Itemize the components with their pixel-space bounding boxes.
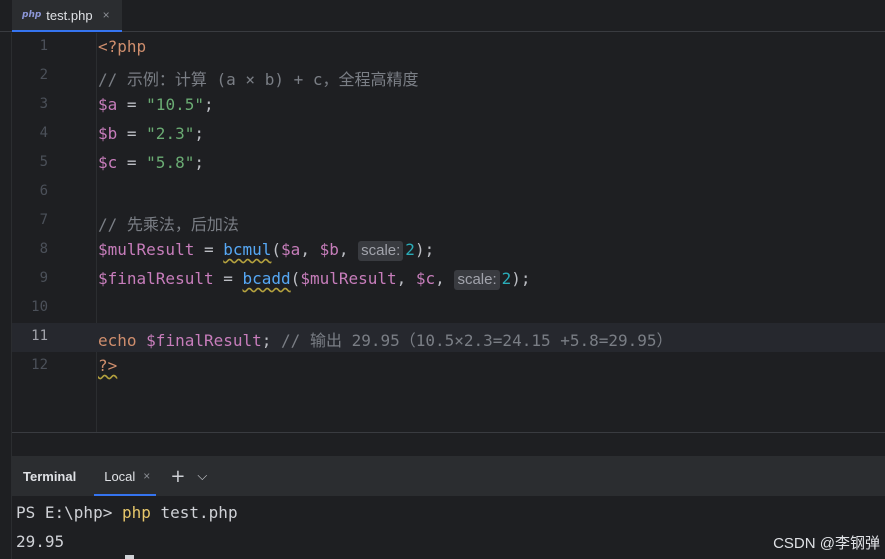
variable: $a <box>98 95 118 114</box>
php-close-tag: ?> <box>98 356 118 375</box>
line-number: 9 <box>39 270 48 286</box>
code-line[interactable]: 9 $finalResult = bcadd($mulResult, $c, s… <box>12 265 885 294</box>
panel-splitter[interactable] <box>12 432 885 456</box>
code-line[interactable]: 7 // 先乘法，后加法 <box>12 207 885 236</box>
comment: // 示例：计算 (a × b) + c，全程高精度 <box>98 70 419 89</box>
line-number: 7 <box>39 212 48 228</box>
variable: $mulResult <box>300 269 397 288</box>
punctuation: ); <box>511 269 531 288</box>
punctuation: ( <box>271 240 282 259</box>
parameter-hint: scale: <box>454 270 500 290</box>
line-number: 11 <box>31 328 48 344</box>
punctuation: ; <box>203 95 214 114</box>
terminal-title: Terminal <box>23 468 77 484</box>
line-number: 10 <box>31 299 48 315</box>
variable: $a <box>281 240 301 259</box>
variable: $c <box>98 153 118 172</box>
punctuation: , <box>338 240 359 259</box>
code-line[interactable]: 1 <?php <box>12 33 885 62</box>
string-literal: "2.3" <box>146 124 195 143</box>
variable: $c <box>415 269 436 288</box>
terminal-header: Terminal Local × + ⌵ <box>12 456 885 496</box>
code-line[interactable]: 3 $a = "10.5"; <box>12 91 885 120</box>
terminal-tab-local[interactable]: Local × <box>92 456 158 496</box>
code-line-current[interactable]: 11 echo $finalResult; // 输出 29.95（10.5×2… <box>12 323 885 352</box>
punctuation: ; <box>194 153 204 172</box>
line-number: 5 <box>39 154 48 170</box>
variable: $mulResult <box>98 240 195 259</box>
php-open-tag: <?php <box>98 37 147 56</box>
line-number: 3 <box>39 96 48 112</box>
operator: = <box>117 95 147 114</box>
punctuation: , <box>396 269 416 288</box>
comment: // 输出 29.95（10.5×2.3=24.15 +5.8=29.95） <box>271 331 673 350</box>
terminal-prompt: PS E:\php> <box>16 503 122 522</box>
terminal-output[interactable]: PS E:\php> php test.php 29.95 <box>12 496 885 559</box>
number-literal: 2 <box>501 269 512 288</box>
operator: = <box>213 269 243 288</box>
code-editor[interactable]: 1 <?php 2 // 示例：计算 (a × b) + c，全程高精度 3 $… <box>12 33 885 432</box>
code-line[interactable]: 5 $c = "5.8"; <box>12 149 885 178</box>
punctuation: ; <box>194 124 204 143</box>
chevron-down-icon[interactable]: ⌵ <box>197 469 207 484</box>
add-icon[interactable]: + <box>170 466 185 487</box>
function-call: bcmul <box>223 240 272 259</box>
comment: // 先乘法，后加法 <box>98 215 239 234</box>
terminal-cursor <box>125 555 134 559</box>
operator: = <box>117 124 147 143</box>
left-tool-strip <box>0 33 12 559</box>
tab-test-php[interactable]: php test.php × <box>12 0 122 32</box>
tab-label: test.php <box>46 7 93 23</box>
editor-tab-bar: php test.php × <box>0 0 885 32</box>
operator: = <box>194 240 224 259</box>
variable: $finalResult <box>146 331 262 350</box>
punctuation: ( <box>290 269 301 288</box>
terminal-command: php <box>121 503 151 522</box>
watermark: CSDN @李钢弹 <box>773 535 880 552</box>
terminal-command-line: PS E:\php> php test.php <box>16 503 238 522</box>
code-line[interactable]: 10 <box>12 294 885 323</box>
line-number: 4 <box>39 125 48 141</box>
punctuation: , <box>435 269 455 288</box>
code-line[interactable]: 4 $b = "2.3"; <box>12 120 885 149</box>
variable: $b <box>98 124 118 143</box>
code-line[interactable]: 6 <box>12 178 885 207</box>
terminal-args: test.php <box>150 503 238 522</box>
line-number: 1 <box>39 38 48 54</box>
variable: $b <box>319 240 339 259</box>
operator: = <box>117 153 147 172</box>
variable: $finalResult <box>98 269 214 288</box>
punctuation: ; <box>261 331 272 350</box>
string-literal: "10.5" <box>146 95 204 114</box>
string-literal: "5.8" <box>146 153 195 172</box>
line-number: 12 <box>31 357 48 373</box>
php-file-icon: php <box>22 10 42 20</box>
terminal-result: 29.95 <box>16 532 65 551</box>
line-number: 2 <box>39 67 48 83</box>
function-call: bcadd <box>242 269 291 288</box>
code-line[interactable]: 8 $mulResult = bcmul($a, $b, scale: 2); <box>12 236 885 265</box>
line-number: 6 <box>39 183 48 199</box>
close-icon[interactable]: × <box>143 469 150 483</box>
close-icon[interactable]: × <box>103 8 110 22</box>
terminal-tab-label: Local <box>104 468 136 484</box>
code-line[interactable]: 12 ?> <box>12 352 885 381</box>
punctuation: , <box>300 240 320 259</box>
line-number: 8 <box>39 241 48 257</box>
code-line[interactable]: 2 // 示例：计算 (a × b) + c，全程高精度 <box>12 62 885 91</box>
number-literal: 2 <box>405 240 415 259</box>
keyword: echo <box>98 331 137 350</box>
punctuation: ); <box>414 240 435 259</box>
parameter-hint: scale: <box>358 241 404 261</box>
